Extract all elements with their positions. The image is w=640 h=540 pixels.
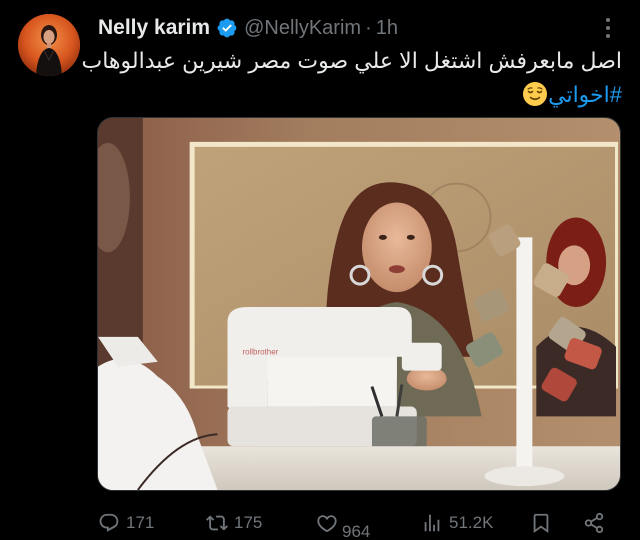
post-time[interactable]: 1h bbox=[376, 17, 398, 40]
hashtag-link[interactable]: #اخواتي bbox=[548, 82, 622, 107]
bookmark-button[interactable] bbox=[530, 508, 552, 538]
bookmark-icon bbox=[530, 512, 552, 534]
tweet-media[interactable]: rollbrother bbox=[97, 117, 621, 491]
avatar[interactable] bbox=[18, 14, 80, 76]
sewing-machine-brand: rollbrother bbox=[242, 348, 278, 357]
views-count: 51.2K bbox=[449, 513, 494, 532]
time-separator: · bbox=[365, 16, 372, 39]
views-button[interactable]: 51.2K bbox=[421, 508, 493, 538]
retweet-icon bbox=[206, 512, 228, 534]
avatar-image bbox=[18, 14, 80, 76]
more-dots-icon[interactable] bbox=[598, 16, 618, 40]
retweet-button[interactable]: 175 bbox=[206, 508, 262, 538]
verified-badge-icon bbox=[216, 17, 238, 39]
tweet-text: اصل مابعرفش اشتغل الا علي صوت مصر شيرين … bbox=[81, 44, 623, 112]
share-button[interactable] bbox=[583, 508, 605, 538]
views-icon bbox=[421, 512, 443, 534]
tweet-header: Nelly karim @NellyKarim · 1h bbox=[98, 14, 398, 42]
retweet-count: 175 bbox=[234, 513, 263, 532]
relieved-face-emoji-icon bbox=[522, 81, 548, 107]
like-count: 964 bbox=[342, 522, 371, 540]
share-icon bbox=[583, 512, 605, 534]
like-button[interactable]: 964 bbox=[316, 508, 371, 540]
reply-button[interactable]: 171 bbox=[98, 508, 154, 538]
reply-count: 171 bbox=[126, 513, 155, 532]
tweet[interactable]: Nelly karim @NellyKarim · 1h اصل مابعرفش… bbox=[0, 0, 640, 540]
heart-icon bbox=[316, 512, 338, 534]
reply-icon bbox=[98, 512, 120, 534]
tweet-text-line: اصل مابعرفش اشتغل الا علي صوت مصر شيرين … bbox=[81, 48, 623, 73]
tweet-text-hashtag-line: #اخواتي bbox=[98, 78, 622, 112]
tweet-actions: 171 175 964 51.2K bbox=[98, 508, 622, 540]
video-still-image: rollbrother bbox=[98, 118, 620, 490]
author-handle[interactable]: @NellyKarim bbox=[244, 17, 361, 40]
display-name[interactable]: Nelly karim bbox=[98, 16, 210, 40]
